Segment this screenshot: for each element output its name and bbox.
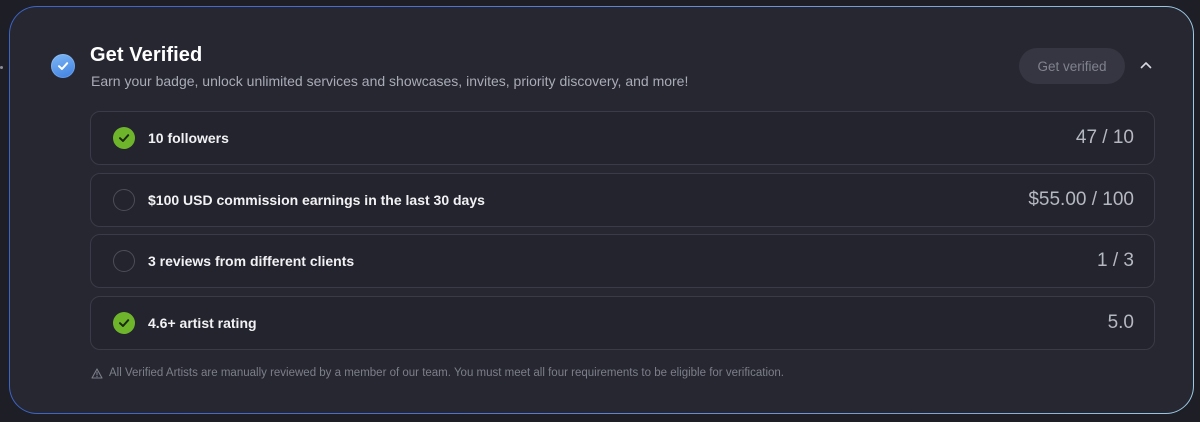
chevron-up-icon [1140, 62, 1152, 69]
verification-card: Get Verified Earn your badge, unlock unl… [9, 6, 1194, 414]
verified-check-icon [51, 54, 75, 78]
requirement-rating: 4.6+ artist rating 5.0 [90, 295, 1155, 350]
requirement-label: 10 followers [148, 130, 229, 146]
page-subtitle: Earn your badge, unlock unlimited servic… [91, 73, 689, 89]
requirement-earnings: $100 USD commission earnings in the last… [90, 172, 1155, 227]
verification-card-body: Get Verified Earn your badge, unlock unl… [10, 7, 1193, 413]
requirement-label: 3 reviews from different clients [148, 253, 355, 269]
edge-marker [0, 66, 3, 69]
warning-icon [91, 367, 103, 379]
page: Get Verified Earn your badge, unlock unl… [0, 0, 1200, 422]
requirement-progress: 47 / 10 [1075, 127, 1134, 148]
page-title: Get Verified [90, 44, 203, 66]
get-verified-button[interactable]: Get verified [1019, 48, 1125, 84]
disclaimer: All Verified Artists are manually review… [91, 367, 784, 379]
check-complete-icon [113, 311, 135, 334]
requirement-reviews: 3 reviews from different clients 1 / 3 [90, 234, 1155, 288]
requirements-list: 10 followers 47 / 10 $100 USD commission… [90, 111, 1155, 357]
status-pending-icon [113, 188, 135, 211]
requirement-progress: $55.00 / 100 [1028, 188, 1134, 210]
status-pending-icon [113, 250, 135, 272]
requirement-label: 4.6+ artist rating [148, 314, 257, 331]
collapse-button[interactable] [1135, 54, 1157, 76]
requirement-progress: 5.0 [1107, 311, 1134, 333]
check-complete-icon [113, 127, 135, 149]
requirement-progress: 1 / 3 [1097, 250, 1134, 271]
disclaimer-text: All Verified Artists are manually review… [109, 367, 784, 379]
requirement-followers: 10 followers 47 / 10 [90, 111, 1155, 165]
requirement-label: $100 USD commission earnings in the last… [148, 191, 485, 208]
